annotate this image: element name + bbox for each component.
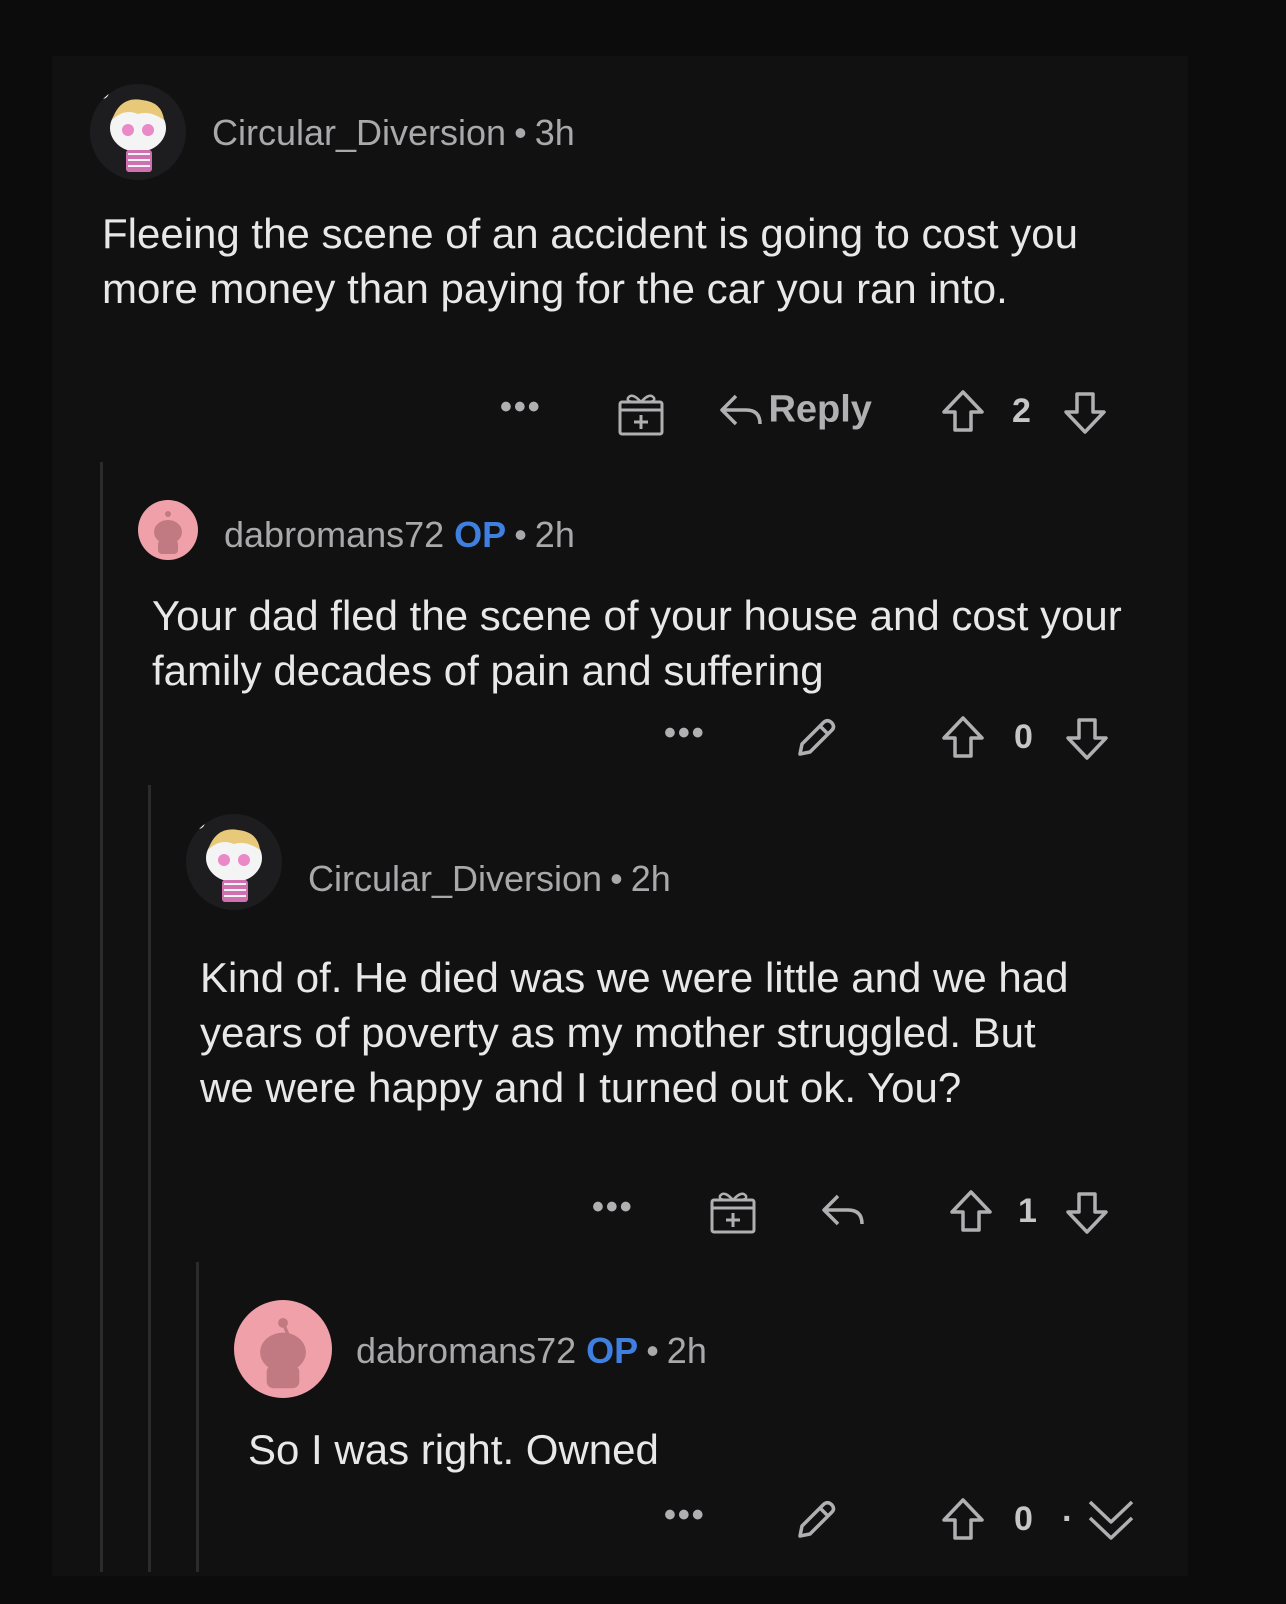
snoo-pink-avatar-icon[interactable]: [234, 1300, 332, 1398]
comment-actions: ••• Reply 2: [0, 388, 1286, 438]
comment-meta: Circular_Diversion • 2h: [308, 858, 671, 900]
meta-separator: •: [610, 858, 623, 899]
downvote-icon[interactable]: [1064, 1190, 1110, 1236]
vote-score: 0: [1014, 1500, 1033, 1538]
downvote-icon[interactable]: [1064, 716, 1110, 762]
meta-separator: •: [514, 514, 527, 555]
collapse-chevron-icon[interactable]: [1084, 1496, 1138, 1546]
edit-pencil-icon[interactable]: [792, 714, 840, 762]
award-icon[interactable]: [708, 1188, 758, 1234]
comment-actions: ••• 0 ·: [0, 1496, 1286, 1546]
edit-pencil-icon[interactable]: [792, 1496, 840, 1544]
timestamp: 2h: [666, 1330, 707, 1371]
thread-line-level-2[interactable]: [148, 785, 151, 1572]
vote-score: 0: [1014, 718, 1033, 756]
vote-score: 2: [1012, 392, 1031, 430]
reply-icon: [720, 394, 762, 426]
upvote-icon[interactable]: [940, 714, 986, 760]
comment-body: Fleeing the scene of an accident is goin…: [102, 210, 1078, 312]
reply-label: Reply: [768, 388, 872, 431]
comment-meta: dabromans72 OP • 2h: [224, 514, 575, 556]
comment-meta: Circular_Diversion • 3h: [212, 112, 575, 154]
reply-button[interactable]: Reply: [716, 388, 872, 432]
reply-icon[interactable]: [818, 1188, 866, 1232]
username[interactable]: dabromans72: [356, 1330, 576, 1371]
comment-body: So I was right. Owned: [248, 1426, 659, 1473]
more-options-button[interactable]: •••: [500, 390, 542, 424]
op-badge: OP: [454, 514, 507, 555]
comment-meta: dabromans72 OP • 2h: [356, 1330, 707, 1372]
more-options-button[interactable]: •••: [664, 716, 706, 750]
snoo-blonde-avatar-icon[interactable]: [90, 84, 186, 180]
downvote-icon[interactable]: [1062, 390, 1108, 436]
comment-body: Your dad fled the scene of your house an…: [152, 592, 1122, 694]
upvote-icon[interactable]: [940, 388, 986, 434]
more-options-button[interactable]: •••: [664, 1498, 706, 1532]
comment-actions: ••• 0: [0, 714, 1286, 764]
meta-separator: •: [514, 112, 527, 153]
timestamp: 2h: [534, 514, 575, 555]
timestamp: 2h: [630, 858, 671, 899]
score-separator: ·: [1062, 1500, 1074, 1538]
thread-line-level-1[interactable]: [100, 462, 103, 1572]
snoo-pink-avatar-icon[interactable]: [138, 500, 198, 560]
meta-separator: •: [646, 1330, 659, 1371]
snoo-blonde-avatar-icon[interactable]: [186, 814, 282, 910]
award-icon[interactable]: [616, 390, 666, 436]
vote-score: 1: [1018, 1192, 1037, 1230]
timestamp: 3h: [534, 112, 575, 153]
username[interactable]: dabromans72: [224, 514, 444, 555]
username[interactable]: Circular_Diversion: [308, 858, 602, 899]
more-options-button[interactable]: •••: [592, 1190, 634, 1224]
username[interactable]: Circular_Diversion: [212, 112, 506, 153]
upvote-icon[interactable]: [940, 1496, 986, 1542]
op-badge: OP: [586, 1330, 639, 1371]
comment-actions: ••• 1: [0, 1188, 1286, 1238]
upvote-icon[interactable]: [948, 1188, 994, 1234]
comment-body: Kind of. He died was we were little and …: [200, 954, 1069, 1111]
